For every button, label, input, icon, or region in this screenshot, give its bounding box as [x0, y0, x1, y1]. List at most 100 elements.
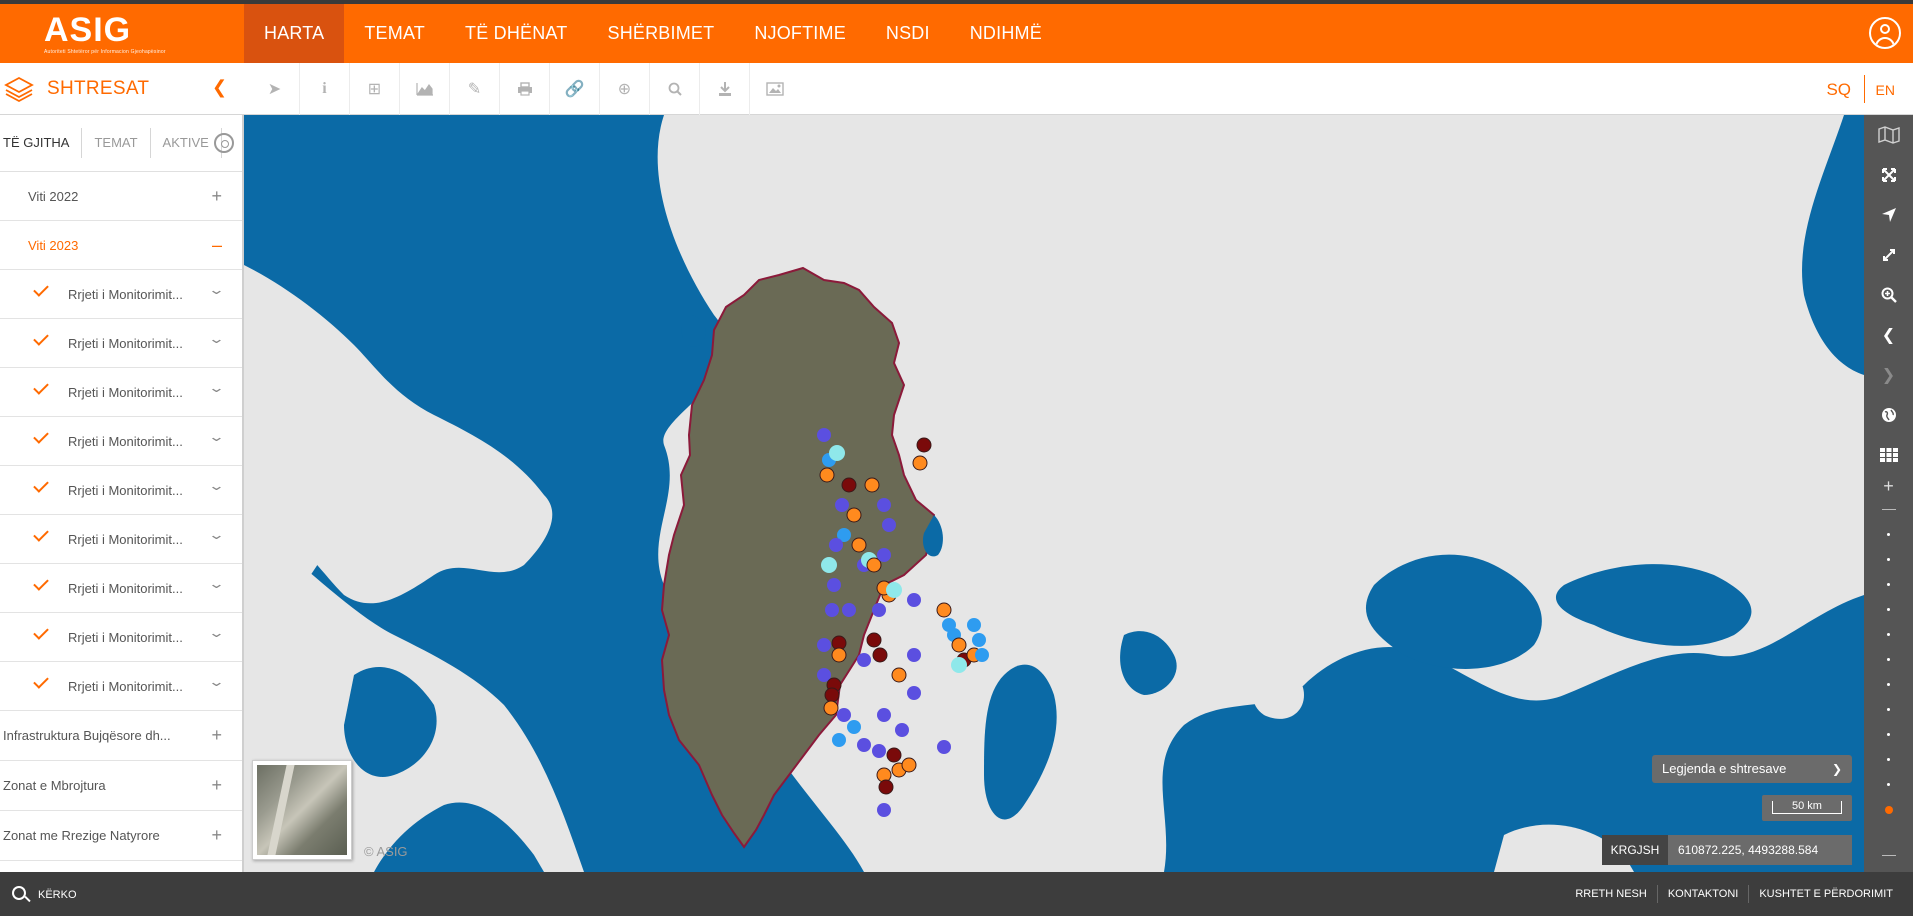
monitoring-point[interactable] [821, 557, 837, 573]
category-zonat-mbrojtura[interactable]: Zonat e Mbrojtura + [0, 761, 242, 811]
monitoring-point[interactable] [912, 455, 928, 471]
plus-square-icon[interactable]: ⊞ [350, 63, 400, 115]
monitoring-point[interactable] [907, 686, 921, 700]
nav-ndihme[interactable]: NDIHMË [950, 4, 1062, 63]
layer-item[interactable]: Rrjeti i Monitorimit... ⌄ [0, 515, 242, 564]
edit-icon[interactable]: ✎ [450, 63, 500, 115]
checkmark-icon[interactable] [33, 330, 49, 346]
checkmark-icon[interactable] [33, 526, 49, 542]
link-icon[interactable]: 🔗 [550, 63, 600, 115]
monitoring-point[interactable] [864, 477, 880, 493]
zoom-level-dot[interactable] [1887, 683, 1890, 686]
zoom-level-dot[interactable] [1887, 758, 1890, 761]
chevron-down-icon[interactable]: ⌄ [208, 527, 225, 543]
zoom-level-dot[interactable] [1887, 558, 1890, 561]
group-viti-2022[interactable]: Viti 2022 + [0, 172, 242, 221]
monitoring-point[interactable] [967, 618, 981, 632]
image-icon[interactable] [750, 63, 800, 115]
monitoring-point[interactable] [886, 747, 902, 763]
zoom-level-dot[interactable] [1885, 806, 1893, 814]
map-icon[interactable] [1864, 115, 1913, 155]
layer-item[interactable]: Rrjeti i Monitorimit... ⌄ [0, 564, 242, 613]
monitoring-point[interactable] [847, 720, 861, 734]
zoom-level-dot[interactable] [1887, 658, 1890, 661]
chevron-down-icon[interactable]: ⌄ [208, 625, 225, 641]
chevron-down-icon[interactable]: ⌄ [208, 380, 225, 396]
monitoring-point[interactable] [827, 578, 841, 592]
expand-plus-icon[interactable]: + [211, 186, 222, 207]
layer-item[interactable]: Rrjeti i Monitorimit... ⌄ [0, 417, 242, 466]
lang-en-button[interactable]: EN [1876, 82, 1895, 98]
zoom-level-dot[interactable] [1887, 583, 1890, 586]
chevron-down-icon[interactable]: ⌄ [208, 478, 225, 494]
monitoring-point[interactable] [823, 700, 839, 716]
search-icon[interactable] [650, 63, 700, 115]
collapse-minus-icon[interactable]: – [212, 235, 222, 256]
monitoring-point[interactable] [857, 653, 871, 667]
checkmark-icon[interactable] [33, 673, 49, 689]
monitoring-point[interactable] [891, 667, 907, 683]
monitoring-point[interactable] [907, 593, 921, 607]
expand-plus-icon[interactable]: + [211, 825, 222, 846]
search-label[interactable]: KËRKO [38, 889, 77, 901]
expand-plus-icon[interactable]: + [211, 775, 222, 796]
category-zonat-rrezige[interactable]: Zonat me Rrezige Natyrore + [0, 811, 242, 861]
monitoring-point[interactable] [872, 744, 886, 758]
zoom-level-dot[interactable] [1887, 608, 1890, 611]
globe-icon[interactable] [1864, 395, 1913, 435]
grid-icon[interactable] [1864, 435, 1913, 475]
zoom-level-dot[interactable] [1887, 783, 1890, 786]
zoom-level-dot[interactable] [1887, 733, 1890, 736]
nav-njoftime[interactable]: NJOFTIME [734, 4, 866, 63]
monitoring-point[interactable] [829, 538, 843, 552]
layer-item[interactable]: Rrjeti i Monitorimit... ⌄ [0, 319, 242, 368]
collapse-panel-icon[interactable]: ❮ [212, 77, 227, 98]
expand-plus-icon[interactable]: + [211, 725, 222, 746]
chevron-down-icon[interactable]: ⌄ [208, 576, 225, 592]
layer-item[interactable]: Rrjeti i Monitorimit... ⌄ [0, 368, 242, 417]
monitoring-point[interactable] [824, 687, 840, 703]
expand-icon[interactable] [1864, 235, 1913, 275]
monitoring-point[interactable] [975, 648, 989, 662]
monitoring-point[interactable] [857, 738, 871, 752]
nav-sherbimet[interactable]: SHËRBIMET [588, 4, 735, 63]
category-infrastruktura[interactable]: Infrastruktura Bujqësore dh... + [0, 711, 242, 761]
tab-themes[interactable]: TEMAT [82, 128, 151, 158]
monitoring-point[interactable] [951, 637, 967, 653]
monitoring-point[interactable] [878, 779, 894, 795]
map-canvas[interactable]: © ASIG Legjenda e shtresave ❯ 50 km KRGJ… [244, 115, 1864, 872]
monitoring-point[interactable] [872, 647, 888, 663]
checkmark-icon[interactable] [33, 575, 49, 591]
info-icon[interactable]: i [300, 63, 350, 115]
user-icon[interactable] [1869, 17, 1901, 49]
footer-link-terms[interactable]: KUSHTET E PËRDORIMIT [1748, 885, 1903, 903]
monitoring-point[interactable] [841, 477, 857, 493]
monitoring-point[interactable] [877, 708, 891, 722]
area-chart-icon[interactable] [400, 63, 450, 115]
monitoring-point[interactable] [829, 445, 845, 461]
monitoring-point[interactable] [846, 507, 862, 523]
monitoring-point[interactable] [937, 740, 951, 754]
monitoring-point[interactable] [825, 603, 839, 617]
search-icon[interactable] [12, 886, 26, 900]
zoom-level-dot[interactable] [1887, 633, 1890, 636]
monitoring-point[interactable] [851, 537, 867, 553]
zoom-plus-icon[interactable]: + [1864, 475, 1913, 497]
nav-nsdi[interactable]: NSDI [866, 4, 950, 63]
checkmark-icon[interactable] [33, 281, 49, 297]
locate-icon[interactable] [1864, 195, 1913, 235]
zoom-level-dot[interactable] [1887, 708, 1890, 711]
chevron-down-icon[interactable]: ⌄ [208, 282, 225, 298]
checkmark-icon[interactable] [33, 477, 49, 493]
monitoring-point[interactable] [817, 428, 831, 442]
chevron-down-icon[interactable]: ⌄ [208, 429, 225, 445]
checkmark-icon[interactable] [33, 428, 49, 444]
monitoring-point[interactable] [907, 648, 921, 662]
monitoring-point[interactable] [832, 733, 846, 747]
tab-active[interactable]: AKTIVE [151, 128, 222, 158]
layer-item[interactable]: Rrjeti i Monitorimit... ⌄ [0, 270, 242, 319]
back-icon[interactable]: ❮ [1864, 315, 1913, 355]
monitoring-point[interactable] [972, 633, 986, 647]
layer-item[interactable]: Rrjeti i Monitorimit... ⌄ [0, 466, 242, 515]
nav-te-dhenat[interactable]: TË DHËNAT [445, 4, 587, 63]
